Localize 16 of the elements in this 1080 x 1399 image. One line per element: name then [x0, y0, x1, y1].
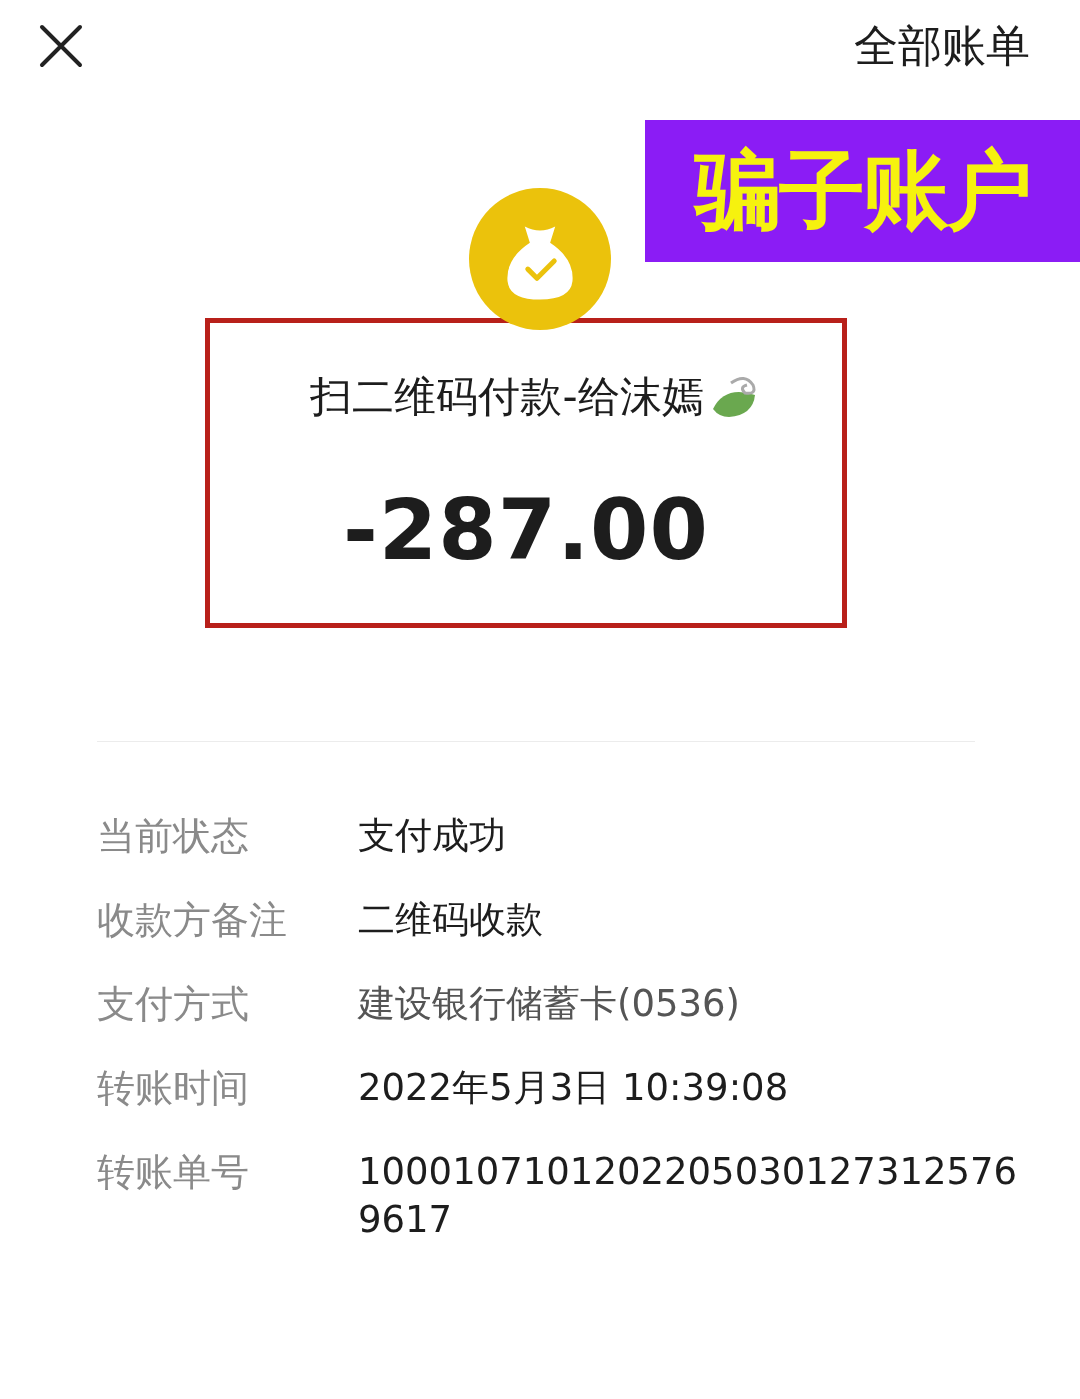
amount: -287.00: [343, 481, 709, 579]
detail-value: 建设银行储蓄卡(0536): [358, 981, 742, 1027]
detail-value: 支付成功: [358, 813, 507, 859]
detail-value: 10001071012022050301273125769617: [358, 1149, 1018, 1243]
detail-value: 2022年5月3日 10:39:08: [358, 1065, 790, 1111]
money-bag-icon: [469, 188, 611, 330]
annotation-banner: 骗子账户: [645, 120, 1080, 262]
detail-label: 转账单号: [97, 1149, 250, 1196]
detail-value: 二维码收款: [358, 897, 544, 943]
all-bills-link[interactable]: 全部账单: [854, 16, 1030, 76]
close-icon[interactable]: [39, 24, 83, 68]
detail-label: 转账时间: [97, 1065, 250, 1112]
detail-label: 支付方式: [97, 981, 250, 1028]
transaction-title: 扫二维码付款-给沫嫣: [310, 371, 704, 423]
detail-label: 收款方备注: [97, 897, 288, 944]
detail-label: 当前状态: [97, 813, 250, 860]
